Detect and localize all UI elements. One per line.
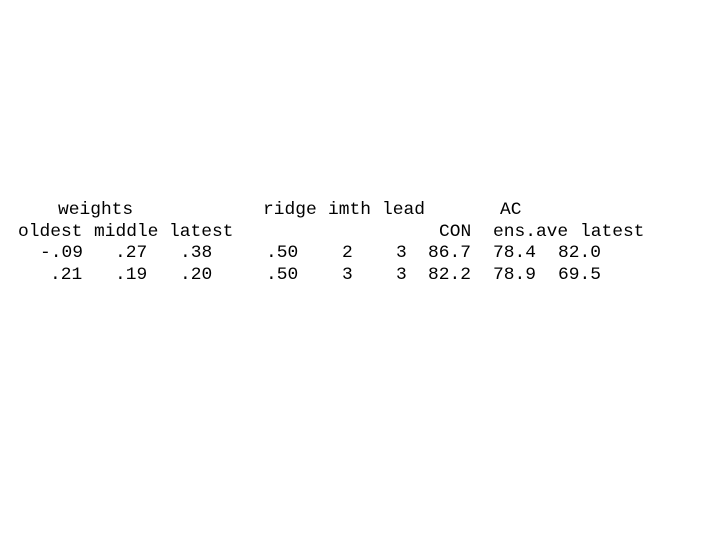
imth-cell: 2	[342, 243, 353, 263]
oldest-cell: -.09	[40, 243, 83, 263]
imth-cell: 3	[342, 265, 353, 285]
imth-header: imth	[328, 200, 371, 220]
ac-latest-header: latest	[580, 222, 645, 242]
oldest-cell: .21	[50, 265, 83, 285]
middle-cell: .27	[115, 243, 148, 263]
ridge-cell: .50	[266, 265, 299, 285]
ac-latest-cell: 82.0	[558, 243, 601, 263]
latest-header: latest	[169, 222, 234, 242]
ridge-cell: .50	[266, 243, 299, 263]
lead-cell: 3	[396, 265, 407, 285]
latest-cell: .38	[180, 243, 213, 263]
latest-cell: .20	[180, 265, 213, 285]
con-cell: 82.2	[428, 265, 471, 285]
con-header: CON	[439, 222, 472, 242]
weights-header: weights	[58, 200, 134, 220]
ens-ave-cell: 78.9	[493, 265, 536, 285]
lead-cell: 3	[396, 243, 407, 263]
lead-header: lead	[382, 200, 425, 220]
oldest-header: oldest	[18, 222, 83, 242]
middle-header: middle	[94, 222, 159, 242]
ens-ave-header: ens.ave	[493, 222, 569, 242]
ac-latest-cell: 69.5	[558, 265, 601, 285]
ridge-header: ridge	[263, 200, 317, 220]
ac-header: AC	[500, 200, 522, 220]
middle-cell: .19	[115, 265, 148, 285]
ens-ave-cell: 78.4	[493, 243, 536, 263]
con-cell: 86.7	[428, 243, 471, 263]
